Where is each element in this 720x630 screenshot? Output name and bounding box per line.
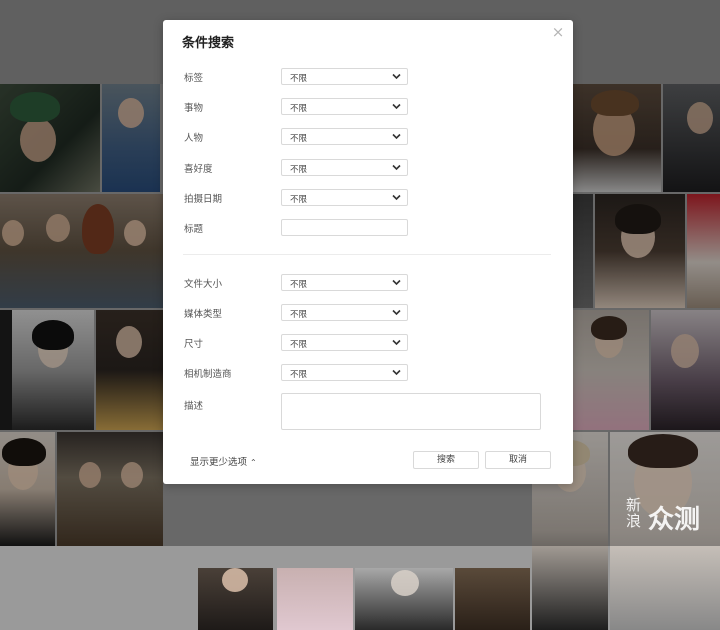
show-fewer-options-link[interactable]: 显示更少选项 ⌃: [190, 454, 257, 468]
select-value: 不限: [290, 74, 308, 84]
select-value: 不限: [290, 104, 308, 114]
chevron-down-icon: [392, 103, 401, 110]
select-value: 不限: [290, 310, 308, 320]
field-label: 标签: [184, 73, 204, 84]
chevron-down-icon: [392, 369, 401, 376]
field-row-rating: 喜好度 不限: [163, 159, 573, 177]
field-label: 媒体类型: [184, 309, 223, 320]
chevron-down-icon: [392, 164, 401, 171]
chevron-down-icon: [392, 309, 401, 316]
person-select[interactable]: 不限: [281, 128, 408, 145]
field-label: 拍摄日期: [184, 194, 223, 205]
filesize-select[interactable]: 不限: [281, 274, 408, 291]
field-row-filesize: 文件大小 不限: [163, 274, 573, 292]
watermark-big-text: 众测: [648, 505, 701, 535]
field-label: 描述: [184, 401, 204, 412]
dimensions-select[interactable]: 不限: [281, 334, 408, 351]
tag-select[interactable]: 不限: [281, 68, 408, 85]
field-row-tag: 标签 不限: [163, 68, 573, 86]
field-row-person: 人物 不限: [163, 128, 573, 146]
condition-search-dialog: 条件搜索 × 标签 不限 事物 不限 人物 不限 喜好度 不限 拍摄日期 不限 …: [163, 20, 573, 484]
chevron-down-icon: [392, 194, 401, 201]
field-row-dimensions: 尺寸 不限: [163, 334, 573, 352]
rating-select[interactable]: 不限: [281, 159, 408, 176]
select-value: 不限: [290, 134, 308, 144]
chevron-down-icon: [392, 279, 401, 286]
photo-tile[interactable]: [355, 568, 453, 630]
field-row-mediatype: 媒体类型 不限: [163, 304, 573, 322]
object-select[interactable]: 不限: [281, 98, 408, 115]
date-select[interactable]: 不限: [281, 189, 408, 206]
close-icon[interactable]: ×: [550, 24, 566, 40]
mediatype-select[interactable]: 不限: [281, 304, 408, 321]
chevron-down-icon: [392, 73, 401, 80]
field-label: 事物: [184, 103, 204, 114]
field-row-date: 拍摄日期 不限: [163, 189, 573, 207]
section-divider: [183, 254, 551, 255]
chevron-down-icon: [392, 339, 401, 346]
field-label: 文件大小: [184, 279, 223, 290]
description-textarea[interactable]: [281, 393, 541, 430]
field-row-camera: 相机制造商 不限: [163, 364, 573, 382]
photo-tile[interactable]: [277, 568, 353, 630]
select-value: 不限: [290, 165, 308, 175]
dialog-title: 条件搜索: [182, 36, 235, 51]
field-label: 标题: [184, 224, 204, 235]
watermark-small-text: 新浪: [626, 496, 642, 530]
field-row-title: 标题: [163, 219, 573, 237]
chevron-down-icon: [392, 133, 401, 140]
field-label: 人物: [184, 133, 204, 144]
chevron-up-icon: ⌃: [250, 458, 257, 467]
select-value: 不限: [290, 195, 308, 205]
search-button[interactable]: 搜索: [413, 451, 479, 469]
photo-tile[interactable]: [455, 568, 530, 630]
cancel-button[interactable]: 取消: [485, 451, 551, 469]
field-label: 喜好度: [184, 164, 213, 175]
toggle-link-label: 显示更少选项: [190, 457, 248, 468]
field-row-object: 事物 不限: [163, 98, 573, 116]
field-label: 相机制造商: [184, 369, 232, 380]
camera-maker-select[interactable]: 不限: [281, 364, 408, 381]
title-input[interactable]: [281, 219, 408, 236]
select-value: 不限: [290, 370, 308, 380]
photo-tile[interactable]: [198, 568, 273, 630]
field-label: 尺寸: [184, 339, 204, 350]
select-value: 不限: [290, 280, 308, 290]
select-value: 不限: [290, 340, 308, 350]
